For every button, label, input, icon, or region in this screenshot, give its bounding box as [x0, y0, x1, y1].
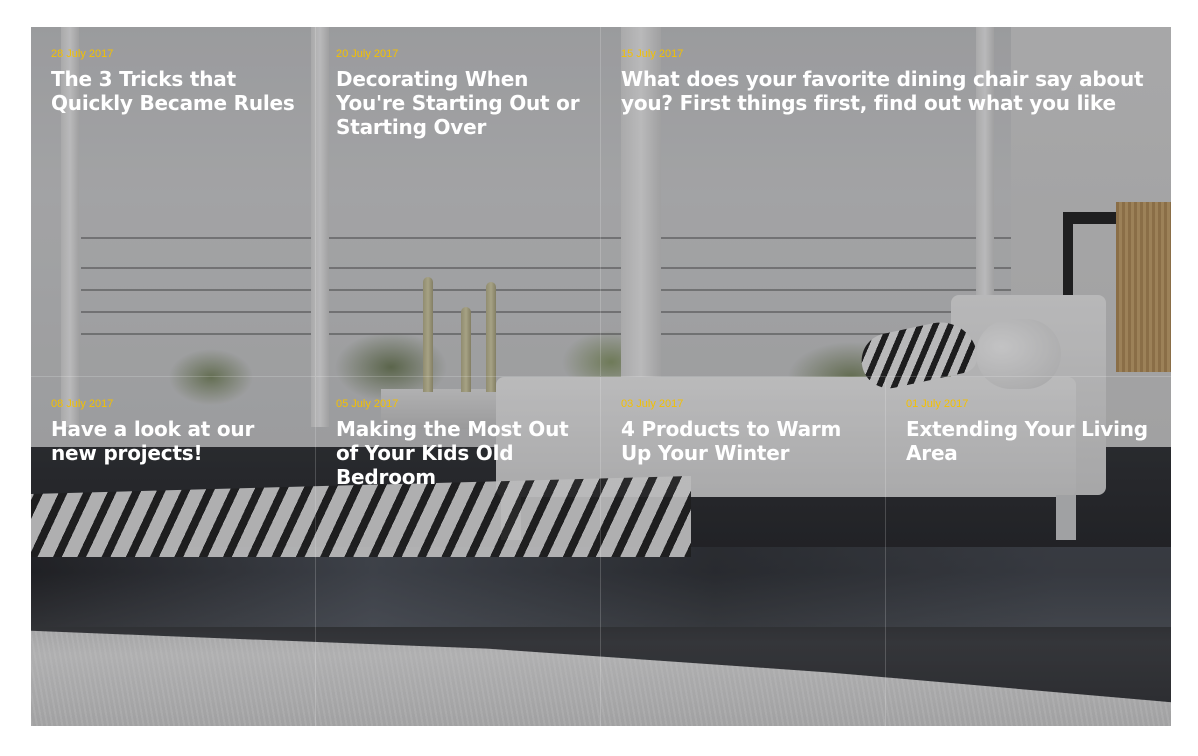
post-date: 08 July 2017	[51, 398, 114, 410]
post-tile[interactable]: 08 July 2017 Have a look at our new proj…	[31, 377, 316, 726]
post-title-link[interactable]: Extending Your Living Area	[906, 417, 1152, 465]
post-title-link[interactable]: Have a look at our new projects!	[51, 417, 296, 465]
post-tile-wide[interactable]: 15 July 2017 What does your favorite din…	[601, 27, 1171, 377]
blog-post-grid: 28 July 2017 The 3 Tricks that Quickly B…	[31, 27, 1171, 726]
post-tile[interactable]: 01 July 2017 Extending Your Living Area	[886, 377, 1171, 726]
post-date: 28 July 2017	[51, 48, 114, 60]
post-tile[interactable]: 05 July 2017 Making the Most Out of Your…	[316, 377, 601, 726]
post-date: 03 July 2017	[621, 398, 684, 410]
post-date: 20 July 2017	[336, 48, 399, 60]
post-title-link[interactable]: 4 Products to Warm Up Your Winter	[621, 417, 866, 465]
post-date: 05 July 2017	[336, 398, 399, 410]
post-date: 15 July 2017	[621, 48, 684, 60]
post-title-link[interactable]: Decorating When You're Starting Out or S…	[336, 67, 581, 139]
post-tile[interactable]: 20 July 2017 Decorating When You're Star…	[316, 27, 601, 377]
post-tile[interactable]: 28 July 2017 The 3 Tricks that Quickly B…	[31, 27, 316, 377]
post-tile[interactable]: 03 July 2017 4 Products to Warm Up Your …	[601, 377, 886, 726]
post-title-link[interactable]: What does your favorite dining chair say…	[621, 67, 1152, 115]
post-date: 01 July 2017	[906, 398, 969, 410]
post-title-link[interactable]: Making the Most Out of Your Kids Old Bed…	[336, 417, 581, 489]
post-title-link[interactable]: The 3 Tricks that Quickly Became Rules	[51, 67, 296, 115]
